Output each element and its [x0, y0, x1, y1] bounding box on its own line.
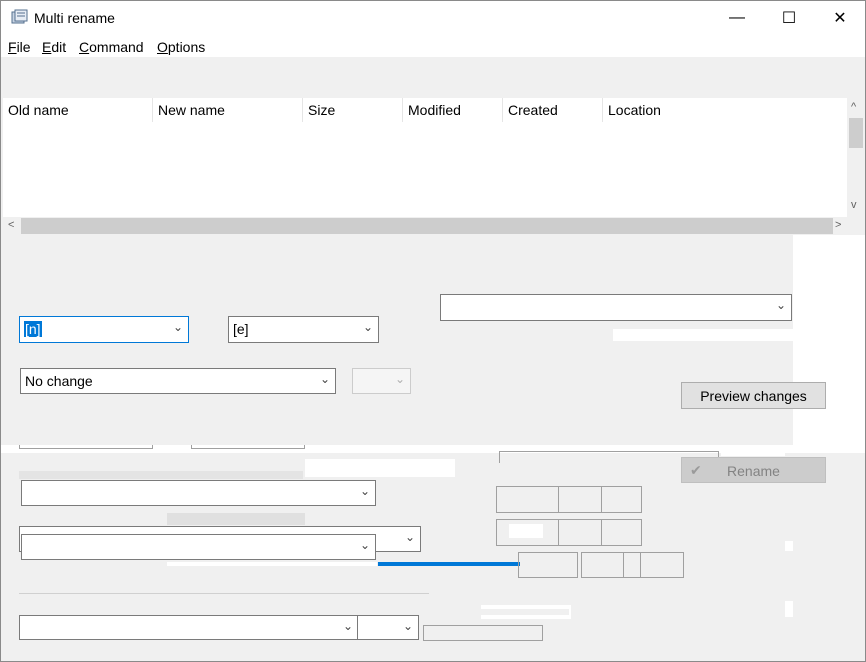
menu-command[interactable]: Command [79, 39, 144, 55]
menu-edit[interactable]: Edit [42, 39, 66, 55]
main-window: Multi rename — ☐ ✕ File Edit Command Opt… [0, 0, 866, 662]
close-icon: ✕ [833, 10, 847, 27]
progress-bar [378, 562, 520, 566]
case-dropdown[interactable]: No change ⌄ [20, 368, 336, 394]
chevron-down-icon: ⌄ [404, 530, 415, 544]
partial-control [19, 445, 153, 449]
menu-file[interactable]: File [8, 39, 31, 55]
scroll-left-icon[interactable]: < [8, 219, 14, 231]
partial-control [423, 625, 543, 641]
unpainted-strip [785, 541, 793, 551]
extension-mask-dropdown[interactable]: [e] ⌄ [228, 316, 379, 343]
file-list[interactable]: Old name New name Size Modified Created … [3, 98, 849, 217]
partial-control [623, 552, 641, 578]
list-horizontal-scrollbar[interactable]: < > [3, 217, 849, 235]
unpainted-strip [613, 329, 793, 341]
column-size[interactable]: Size [303, 98, 403, 122]
preview-changes-button[interactable]: Preview changes [681, 382, 826, 409]
scroll-down-icon[interactable]: v [851, 199, 857, 211]
menu-bar: File Edit Command Options [1, 35, 865, 57]
timestamp-dropdown[interactable]: ⌄ [21, 534, 376, 560]
rename-button[interactable]: ✔ Rename [681, 457, 826, 483]
unpainted-area [793, 235, 865, 445]
case-value: No change [25, 373, 93, 389]
horizontal-scroll-thumb[interactable] [21, 218, 833, 234]
menu-options[interactable]: Options [157, 39, 205, 55]
partial-control [518, 552, 578, 578]
chevron-down-icon: ⌄ [342, 619, 353, 633]
counter-dropdown[interactable]: ⌄ [21, 480, 376, 506]
bottom-dropdown[interactable]: ⌄ [19, 615, 359, 640]
list-vertical-scrollbar[interactable]: ^ v [847, 98, 865, 217]
check-icon: ✔ [690, 462, 702, 478]
partial-control [19, 593, 429, 594]
column-modified[interactable]: Modified [403, 98, 503, 122]
close-button[interactable]: ✕ [814, 1, 865, 35]
name-mask-dropdown[interactable]: [n] ⌄ [19, 316, 189, 343]
minimize-button[interactable]: — [711, 1, 763, 35]
partial-control [19, 471, 303, 479]
column-location[interactable]: Location [603, 98, 849, 122]
maximize-icon: ☐ [781, 10, 797, 27]
chevron-down-icon: ⌄ [359, 538, 370, 552]
unpainted-strip [785, 601, 793, 617]
unpainted-strip [305, 459, 455, 477]
vertical-scroll-thumb[interactable] [849, 118, 863, 148]
scroll-right-icon[interactable]: > [835, 219, 841, 231]
counter-field-divider [558, 486, 602, 513]
unpainted-strip [721, 453, 785, 456]
chevron-down-icon: ⌄ [402, 619, 413, 633]
search-replace-dropdown[interactable]: ⌄ [440, 294, 792, 321]
minimize-icon: — [729, 9, 745, 26]
title-bar: Multi rename — ☐ ✕ [1, 1, 865, 35]
window-title: Multi rename [34, 10, 115, 26]
bottom-small-dropdown[interactable]: ⌄ [357, 615, 419, 640]
extension-mask-value: [e] [233, 321, 249, 337]
chevron-down-icon: ⌄ [775, 298, 786, 312]
chevron-down-icon: ⌄ [362, 320, 373, 334]
counter-field-divider [558, 519, 602, 546]
chevron-down-icon: ⌄ [394, 372, 405, 386]
case-extension-dropdown[interactable]: ⌄ [352, 368, 411, 394]
partial-control [167, 513, 305, 525]
app-icon [11, 9, 28, 24]
rename-label: Rename [727, 463, 780, 479]
maximize-button[interactable]: ☐ [763, 1, 815, 35]
column-created[interactable]: Created [503, 98, 603, 122]
chevron-down-icon: ⌄ [319, 372, 330, 386]
chevron-down-icon: ⌄ [172, 320, 183, 334]
panel-background [471, 609, 569, 615]
column-new-name[interactable]: New name [153, 98, 303, 122]
column-old-name[interactable]: Old name [3, 98, 153, 122]
chevron-down-icon: ⌄ [359, 484, 370, 498]
partial-control [191, 445, 305, 449]
name-mask-value: [n] [24, 321, 42, 337]
unpainted-strip [509, 524, 543, 538]
scroll-up-icon[interactable]: ^ [851, 101, 856, 113]
unpainted-strip [167, 562, 377, 566]
